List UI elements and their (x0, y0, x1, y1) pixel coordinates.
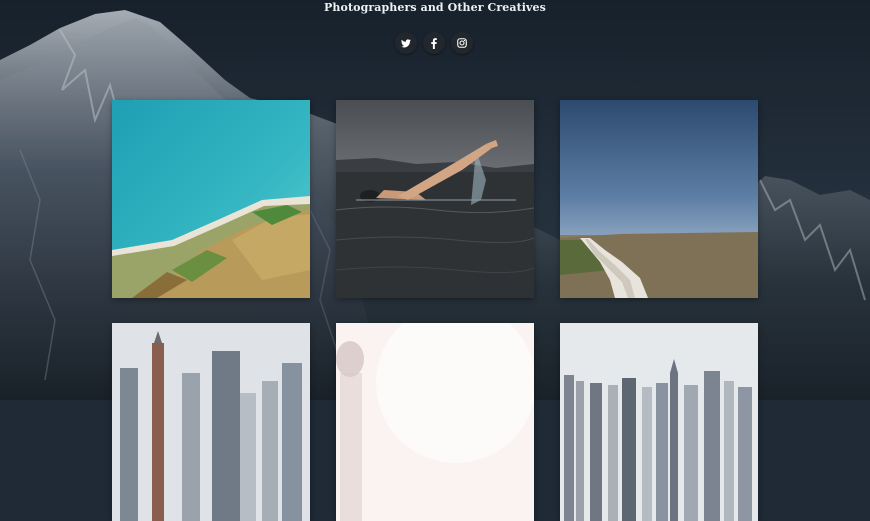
social-links (395, 32, 473, 54)
road-image (560, 100, 758, 298)
twitter-icon (401, 38, 411, 48)
coastline-image (112, 100, 310, 298)
twitter-button[interactable] (395, 32, 417, 54)
city-image (112, 323, 310, 521)
gallery-item-city[interactable] (112, 323, 310, 521)
gallery-item-coastline[interactable] (112, 100, 310, 298)
gallery-item-figure[interactable] (336, 323, 534, 521)
gallery-item-road[interactable] (560, 100, 758, 298)
facebook-button[interactable] (423, 32, 445, 54)
site-tagline: Photographers and Other Creatives (324, 1, 546, 14)
instagram-button[interactable] (451, 32, 473, 54)
swimmer-image (336, 100, 534, 298)
instagram-icon (457, 38, 467, 48)
gallery-item-swimmer[interactable] (336, 100, 534, 298)
waterfront-image (560, 323, 758, 521)
facebook-icon (431, 37, 437, 49)
figure-image (336, 323, 534, 521)
page-content: Photographers and Other Creatives (0, 0, 870, 521)
gallery-item-waterfront[interactable] (560, 323, 758, 521)
